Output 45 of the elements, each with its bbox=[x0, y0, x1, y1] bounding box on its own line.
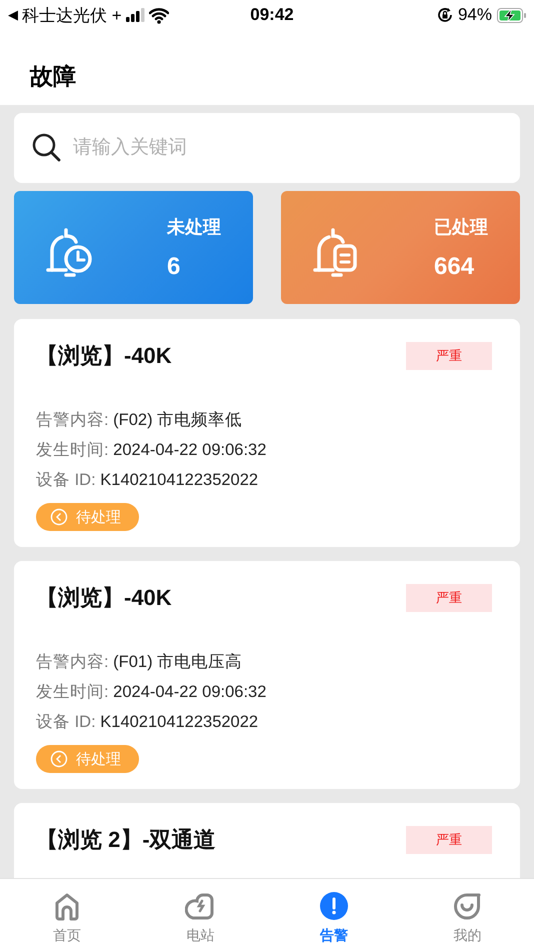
alert-title: 【浏览】-40K bbox=[36, 342, 172, 370]
alert-title: 【浏览】-40K bbox=[36, 584, 172, 612]
signal-icon bbox=[126, 8, 145, 22]
back-arrow[interactable]: ◀ bbox=[8, 7, 18, 23]
alert-detail: 告警内容: (F02) 市电频率低 bbox=[36, 410, 244, 431]
back-circle-icon bbox=[50, 508, 68, 526]
carrier-name: 科士达光伏 + bbox=[22, 4, 122, 26]
status-button[interactable]: 待处理 bbox=[36, 503, 139, 531]
alarm-clock-icon bbox=[46, 226, 92, 278]
severity-tag: 严重 bbox=[406, 826, 492, 854]
lightning-cloud-icon bbox=[185, 891, 216, 921]
tab-item[interactable]: 告警 bbox=[267, 879, 400, 950]
smile-icon bbox=[452, 891, 482, 921]
stat-label: 未处理 bbox=[167, 216, 222, 238]
tab-item[interactable]: 电站 bbox=[134, 879, 267, 950]
alert-detail: 设备 ID: K1402104122352022 bbox=[36, 470, 260, 491]
tab-item[interactable]: 我的 bbox=[400, 879, 534, 950]
back-circle-icon bbox=[50, 750, 68, 768]
status-button[interactable]: 待处理 bbox=[36, 745, 139, 773]
stat-count: 6 bbox=[167, 252, 182, 280]
rotation-lock-icon bbox=[436, 7, 453, 23]
wifi-icon bbox=[148, 6, 169, 24]
tab-item[interactable]: 首页 bbox=[0, 879, 134, 950]
alert-card[interactable]: 【浏览】-40K 严重 告警内容: (F01) 市电电压高 发生时间: 2024-04-22 09:06:32 设备 ID: K1402104122352022 待处理 bbox=[14, 561, 520, 789]
stat-label: 已处理 bbox=[434, 216, 489, 238]
search-field[interactable]: 请输入关键词 bbox=[14, 113, 520, 183]
stat-card[interactable]: 已处理 664 bbox=[281, 191, 520, 304]
alarm-document-icon bbox=[313, 226, 359, 278]
alert-card[interactable]: 【浏览 2】-双通道 严重 bbox=[14, 803, 520, 878]
alert-card[interactable]: 【浏览】-40K 严重 告警内容: (F02) 市电频率低 发生时间: 2024-04-22 09:06:32 设备 ID: K1402104122352022 待处理 bbox=[14, 319, 520, 547]
battery-percent: 94% bbox=[458, 5, 492, 25]
stat-card[interactable]: 未处理 6 bbox=[14, 191, 253, 304]
search-icon bbox=[32, 133, 61, 162]
alert-icon bbox=[318, 891, 349, 921]
alert-detail: 发生时间: 2024-04-22 09:06:32 bbox=[36, 682, 268, 703]
charging-battery-icon bbox=[497, 8, 526, 22]
page-title: 故障 bbox=[30, 62, 76, 91]
clock-time: 09:42 bbox=[250, 5, 294, 24]
alert-title: 【浏览 2】-双通道 bbox=[36, 826, 216, 854]
alert-detail: 设备 ID: K1402104122352022 bbox=[36, 712, 260, 733]
stat-count: 664 bbox=[434, 252, 476, 280]
alert-detail: 发生时间: 2024-04-22 09:06:32 bbox=[36, 440, 268, 461]
severity-tag: 严重 bbox=[406, 342, 492, 370]
alert-detail: 告警内容: (F01) 市电电压高 bbox=[36, 652, 244, 673]
severity-tag: 严重 bbox=[406, 584, 492, 612]
